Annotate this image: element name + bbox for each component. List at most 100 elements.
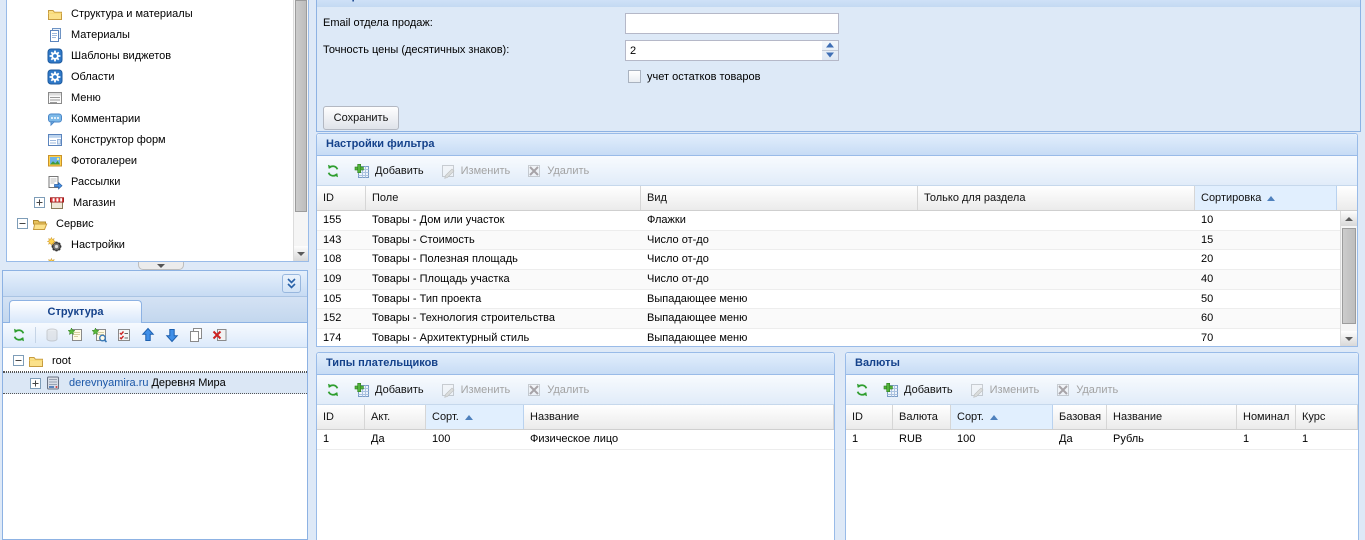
edit-button[interactable]: Изменить [966, 380, 1043, 400]
expand-plus-icon[interactable] [34, 197, 45, 208]
column-header[interactable]: Вид [641, 186, 918, 210]
tree-item[interactable]: Комментарии [7, 108, 293, 129]
copy-icon[interactable] [188, 327, 204, 343]
table-row[interactable]: 1Да100Физическое лицо [317, 430, 834, 450]
column-header[interactable]: Сорт. [426, 405, 524, 429]
scrollbar-thumb[interactable] [295, 0, 307, 212]
move-up-icon[interactable] [140, 327, 156, 343]
stock-checkbox[interactable] [628, 70, 641, 83]
collapse-minus-icon[interactable] [17, 218, 28, 229]
tree-item-label: Рассылки [68, 176, 123, 188]
server-icon[interactable] [44, 327, 60, 343]
refresh-icon[interactable] [11, 327, 27, 343]
tree-item[interactable] [7, 255, 293, 261]
filter-grid-scrollbar[interactable] [1340, 211, 1357, 346]
delete-button[interactable]: Удалить [1052, 380, 1121, 400]
column-header[interactable]: Сортировка [1195, 186, 1337, 210]
tree-item[interactable]: Структура и материалы [7, 3, 293, 24]
sidebar-scrollbar[interactable] [293, 0, 308, 261]
column-header[interactable]: Базовая [1053, 405, 1107, 429]
table-row[interactable]: 108Товары - Полезная площадьЧисло от-до2… [317, 250, 1357, 270]
scrollbar-thumb[interactable] [1342, 228, 1356, 324]
tree-item-label: Комментарии [68, 113, 143, 125]
tree-item[interactable]: Магазин [7, 192, 293, 213]
column-header[interactable]: Курс [1296, 405, 1358, 429]
tree-item[interactable]: Области [7, 66, 293, 87]
column-header-label: ID [323, 411, 334, 423]
add-button[interactable]: Добавить [351, 380, 427, 400]
column-header-label: Валюта [899, 411, 938, 423]
edit-button[interactable]: Изменить [437, 380, 514, 400]
table-cell: Число от-до [641, 250, 918, 269]
precision-field[interactable] [625, 40, 839, 61]
column-header[interactable]: ID [317, 186, 366, 210]
splitter-collapse-icon[interactable] [138, 262, 184, 270]
table-cell: RUB [893, 430, 951, 449]
delete-page-icon[interactable] [212, 327, 228, 343]
table-row[interactable]: 152Товары - Технология строительстваВыпа… [317, 309, 1357, 329]
collapse-minus-icon[interactable] [13, 355, 24, 366]
column-header[interactable]: Название [524, 405, 834, 429]
add-page-icon[interactable] [68, 327, 84, 343]
table-cell: 50 [1195, 290, 1337, 309]
edit-button[interactable]: Изменить [437, 161, 514, 181]
tasks-icon[interactable] [116, 327, 132, 343]
tree-item[interactable]: Рассылки [7, 171, 293, 192]
column-header[interactable]: ID [317, 405, 365, 429]
table-cell: 155 [317, 211, 366, 230]
tree-item[interactable]: root [3, 350, 307, 372]
table-cell: 143 [317, 231, 366, 250]
currencies-panel: Валюты Добавить Изменить Удалить IDВалют… [845, 352, 1359, 540]
scroll-down-icon[interactable] [294, 246, 308, 261]
column-header[interactable]: ID [846, 405, 893, 429]
column-header[interactable]: Валюта [893, 405, 951, 429]
tree-item[interactable]: derevnyamira.ruДеревня Мира [3, 372, 307, 394]
column-header[interactable]: Акт. [365, 405, 426, 429]
add-button[interactable]: Добавить [351, 161, 427, 181]
tree-item[interactable]: Настройки [7, 234, 293, 255]
column-header[interactable]: Название [1107, 405, 1237, 429]
tree-item[interactable]: Шаблоны виджетов [7, 45, 293, 66]
table-cell: Число от-до [641, 231, 918, 250]
column-header[interactable]: Номинал [1237, 405, 1296, 429]
table-row[interactable]: 174Товары - Архитектурный стильВыпадающе… [317, 329, 1357, 346]
delete-icon [1055, 382, 1071, 398]
tree-item-link[interactable]: derevnyamira.ru [66, 377, 148, 389]
refresh-icon[interactable] [325, 382, 341, 398]
expand-plus-icon[interactable] [30, 378, 41, 389]
add-virtual-page-icon[interactable] [92, 327, 108, 343]
delete-button[interactable]: Удалить [523, 161, 592, 181]
tab-structure-label: Структура [48, 306, 104, 318]
tree-item[interactable]: Меню [7, 87, 293, 108]
spinner-down-icon[interactable] [822, 51, 838, 61]
table-row[interactable]: 105Товары - Тип проектаВыпадающее меню50 [317, 290, 1357, 310]
email-field[interactable] [625, 13, 839, 34]
scroll-down-icon[interactable] [1341, 331, 1357, 346]
column-header[interactable]: Поле [366, 186, 641, 210]
move-down-icon[interactable] [164, 327, 180, 343]
scroll-up-icon[interactable] [1341, 211, 1357, 226]
collapse-chevrons-icon[interactable] [282, 274, 301, 293]
tree-item[interactable]: Сервис [7, 213, 293, 234]
table-row[interactable]: 143Товары - СтоимостьЧисло от-до15 [317, 231, 1357, 251]
tree-item[interactable]: Конструктор форм [7, 129, 293, 150]
tree-item[interactable]: Фотогалереи [7, 150, 293, 171]
payer-types-grid-header: ID Акт.Сорт.Название [317, 405, 834, 430]
delete-button[interactable]: Удалить [523, 380, 592, 400]
refresh-icon[interactable] [854, 382, 870, 398]
table-cell: Товары - Дом или участок [366, 211, 641, 230]
table-row[interactable]: 109Товары - Площадь участкаЧисло от-до40 [317, 270, 1357, 290]
column-header-label: Сортировка [1201, 192, 1261, 204]
currencies-grid-body: 1RUB100ДаРубль11 [846, 430, 1358, 539]
add-button[interactable]: Добавить [880, 380, 956, 400]
tab-structure[interactable]: Структура [9, 300, 142, 323]
table-row[interactable]: 1RUB100ДаРубль11 [846, 430, 1358, 450]
refresh-icon[interactable] [325, 163, 341, 179]
column-header[interactable]: Сорт. [951, 405, 1053, 429]
spinner-up-icon[interactable] [822, 41, 838, 51]
tree-item[interactable]: Материалы [7, 24, 293, 45]
table-cell: 105 [317, 290, 366, 309]
table-row[interactable]: 155Товары - Дом или участокФлажки10 [317, 211, 1357, 231]
save-button[interactable]: Сохранить [323, 106, 399, 130]
column-header[interactable]: Только для раздела [918, 186, 1195, 210]
